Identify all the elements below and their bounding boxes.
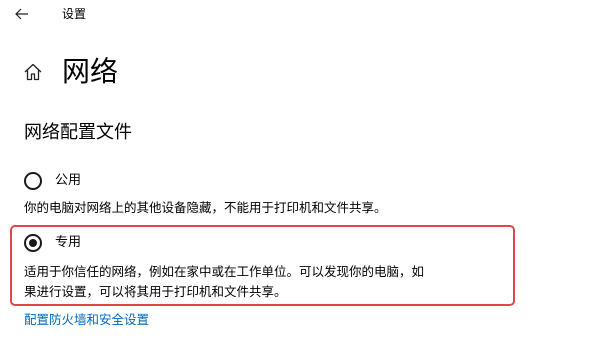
window-title: 设置 [62,7,87,21]
back-arrow-icon [15,5,29,24]
title-bar: 设置 [0,0,600,30]
radio-private[interactable]: 专用 [24,234,81,252]
radio-private-circle[interactable] [24,234,42,252]
back-button[interactable] [10,2,34,26]
section-title: 网络配置文件 [24,122,132,143]
public-description: 你的电脑对网络上的其他设备隐藏，不能用于打印机和文件共享。 [24,200,387,215]
home-icon[interactable] [22,61,44,83]
firewall-settings-link[interactable]: 配置防火墙和安全设置 [24,311,149,329]
radio-private-label: 专用 [55,235,82,250]
private-description-line1: 适用于你信任的网络，例如在家中或在工作单位。可以发现你的电脑，如 [24,264,425,279]
private-description-line2: 果进行设置，可以将其用于打印机和文件共享。 [24,284,287,299]
radio-public-label: 公用 [55,173,82,188]
page-header: 网络 [22,52,118,92]
page-title: 网络 [62,55,119,88]
radio-public[interactable]: 公用 [24,172,81,190]
radio-public-circle[interactable] [24,172,42,190]
